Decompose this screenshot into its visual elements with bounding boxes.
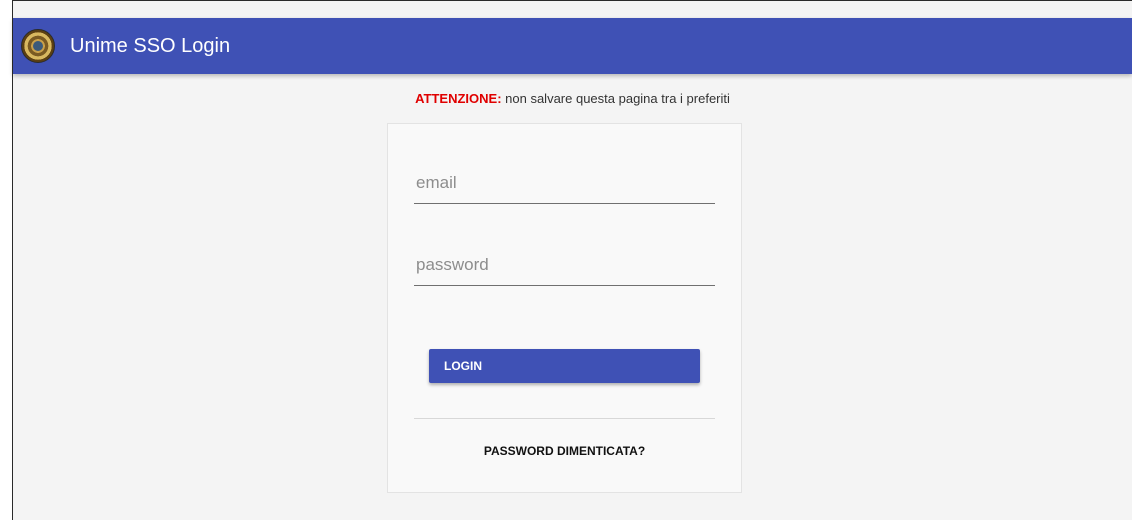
login-card: LOGIN PASSWORD DIMENTICATA? [387, 123, 742, 493]
forgot-password-link[interactable]: PASSWORD DIMENTICATA? [388, 444, 741, 458]
app-title: Unime SSO Login [70, 34, 231, 57]
login-button[interactable]: LOGIN [429, 349, 700, 383]
email-input[interactable] [414, 163, 715, 203]
password-field [414, 245, 715, 286]
app-bar: Unime SSO Login [13, 18, 1132, 74]
university-seal-icon [21, 29, 55, 63]
bookmark-warning: ATTENZIONE: non salvare questa pagina tr… [13, 91, 1132, 106]
page-frame: Unime SSO Login ATTENZIONE: non salvare … [12, 0, 1132, 520]
warning-text: non salvare questa pagina tra i preferit… [501, 91, 730, 106]
password-input[interactable] [414, 245, 715, 285]
warning-label: ATTENZIONE: [415, 91, 502, 106]
divider [414, 418, 715, 419]
email-field [414, 163, 715, 204]
